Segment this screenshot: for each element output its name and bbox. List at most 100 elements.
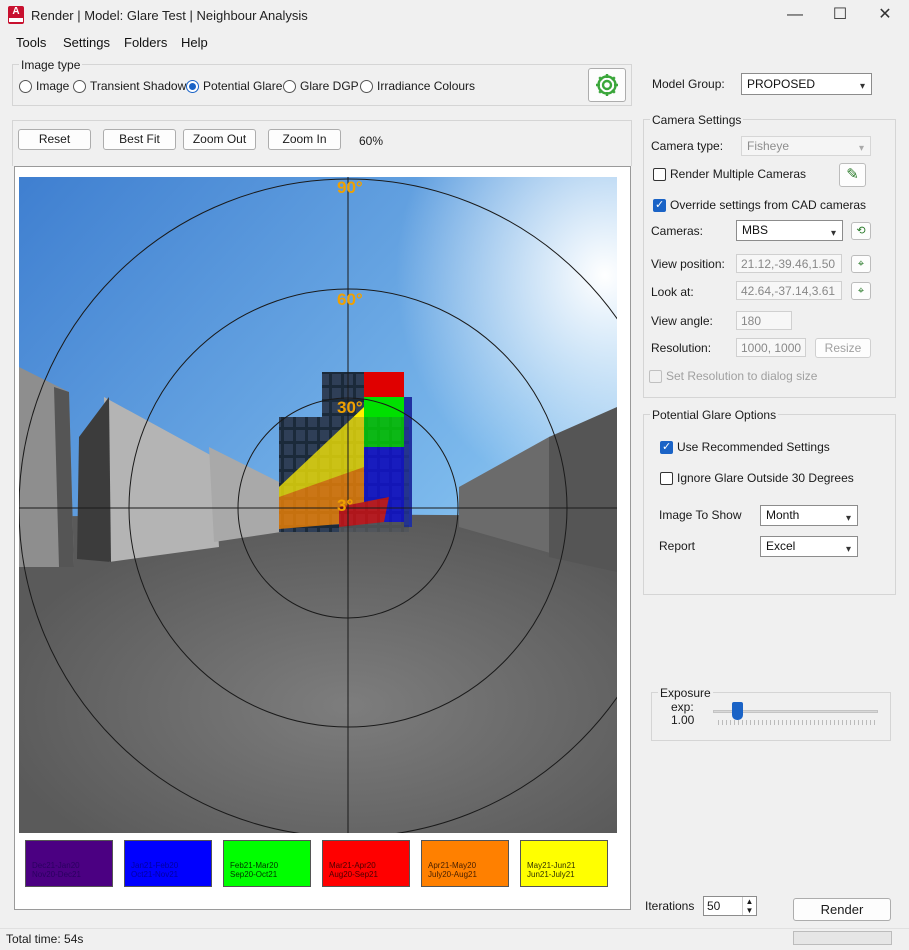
menu-help[interactable]: Help (181, 35, 208, 50)
maximize-button[interactable]: ☐ (817, 0, 863, 32)
pick-point-icon: ⌖ (857, 258, 865, 270)
iterations-value: 50 (707, 899, 721, 913)
camera-type-select[interactable]: Fisheye ▾ (741, 136, 871, 156)
legend-label-line2: Aug20-Sep21 (329, 870, 378, 879)
ring-label-90: 90° (337, 178, 363, 197)
menu-tools[interactable]: Tools (16, 35, 46, 50)
report-label: Report (659, 539, 696, 553)
ignore-outside-label[interactable]: Ignore Glare Outside 30 Degrees (677, 471, 854, 485)
ring-label-30: 30° (337, 398, 363, 417)
set-resolution-checkbox[interactable] (649, 370, 662, 383)
glare-legend: Dec21-Jan20 Nov20-Dec21 Jan21-Feb20 Oct21-N… (19, 835, 617, 895)
override-cad-label[interactable]: Override settings from CAD cameras (670, 198, 866, 212)
view-position-field[interactable]: 21.12,-39.46,1.50 (736, 254, 842, 273)
view-angle-field[interactable]: 180 (736, 311, 792, 330)
camera-type-value: Fisheye (747, 139, 790, 153)
total-time: Total time: 54s (6, 932, 84, 946)
override-cad-checkbox[interactable] (653, 198, 666, 212)
ignore-outside-checkbox[interactable] (660, 472, 673, 485)
refresh-cameras-button[interactable]: ⟲ (851, 222, 871, 240)
legend-label-line2: Sep20-Oct21 (230, 870, 278, 879)
model-group-label: Model Group: (652, 77, 725, 91)
use-recommended-label[interactable]: Use Recommended Settings (677, 440, 830, 454)
radio-potential-glare-label[interactable]: Potential Glare (203, 79, 282, 93)
legend-label-line1: Feb21-Mar20 (230, 861, 279, 870)
progress-bar (793, 931, 892, 945)
look-at-field[interactable]: 42.64,-37.14,3.61 (736, 281, 842, 300)
legend-swatch: May21-Jun21 Jun21-July21 (520, 840, 608, 887)
status-bar (0, 928, 909, 950)
model-group-select[interactable]: PROPOSED ▾ (741, 73, 872, 95)
exposure-slider-ticks (718, 720, 878, 725)
report-value: Excel (766, 539, 796, 553)
settings-button[interactable] (588, 68, 626, 102)
best-fit-button[interactable]: Best Fit (103, 129, 176, 150)
look-at-label: Look at: (651, 285, 694, 299)
chevron-down-icon: ▾ (859, 81, 865, 92)
render-multiple-label[interactable]: Render Multiple Cameras (670, 167, 806, 181)
fisheye-render: 90° 60° 30° 3° (19, 177, 617, 833)
legend-label-line2: Jun21-July21 (527, 870, 575, 879)
spinner-arrows[interactable]: ▲ ▼ (742, 897, 756, 915)
close-button[interactable]: ✕ (862, 0, 908, 32)
radio-glare-dgp-label[interactable]: Glare DGP (300, 79, 359, 93)
gear-icon (596, 74, 618, 96)
view-angle-label: View angle: (651, 314, 713, 328)
reset-button[interactable]: Reset (18, 129, 91, 150)
pick-view-position-button[interactable]: ⌖ (851, 255, 871, 273)
radio-transient-shadow-label[interactable]: Transient Shadow (90, 79, 186, 93)
set-resolution-label[interactable]: Set Resolution to dialog size (666, 369, 817, 383)
legend-label-line1: Mar21-Apr20 (329, 861, 376, 870)
zoom-out-button[interactable]: Zoom Out (183, 129, 256, 150)
resize-button[interactable]: Resize (815, 338, 871, 358)
use-recommended-checkbox[interactable] (660, 440, 673, 454)
chevron-down-icon: ▾ (858, 143, 864, 154)
pencil-icon: ✎ (846, 166, 859, 183)
iterations-spinner[interactable]: 50 ▲ ▼ (703, 896, 757, 916)
window-title: Render | Model: Glare Test | Neighbour A… (31, 8, 308, 23)
legend-label-line2: July20-Aug21 (428, 870, 477, 879)
legend-label-line2: Oct21-Nov21 (131, 870, 179, 879)
render-button[interactable]: Render (793, 898, 891, 921)
camera-type-label: Camera type: (651, 139, 724, 153)
image-to-show-select[interactable]: Month ▾ (760, 505, 858, 526)
pick-look-at-button[interactable]: ⌖ (851, 282, 871, 300)
menu-settings[interactable]: Settings (63, 35, 110, 50)
iterations-label: Iterations (645, 899, 695, 913)
view-position-label: View position: (651, 257, 725, 271)
radio-glare-dgp[interactable] (283, 80, 296, 93)
menu-folders[interactable]: Folders (124, 35, 167, 50)
ring-label-60: 60° (337, 290, 363, 309)
legend-label-line2: Nov20-Dec21 (32, 870, 81, 879)
legend-swatch: Dec21-Jan20 Nov20-Dec21 (25, 840, 113, 887)
radio-irradiance-colours-label[interactable]: Irradiance Colours (377, 79, 475, 93)
radio-image[interactable] (19, 80, 32, 93)
radio-transient-shadow[interactable] (73, 80, 86, 93)
exposure-value: 1.00 (671, 713, 695, 727)
ring-label-3: 3° (337, 496, 353, 515)
legend-swatch: Apr21-May20 July20-Aug21 (421, 840, 509, 887)
radio-potential-glare[interactable] (186, 80, 199, 93)
radio-irradiance-colours[interactable] (360, 80, 373, 93)
zoom-in-button[interactable]: Zoom In (268, 129, 341, 150)
exposure-exp-label: exp: (671, 700, 694, 714)
radio-image-label[interactable]: Image (36, 79, 69, 93)
exposure-slider-thumb[interactable] (731, 702, 743, 720)
image-to-show-value: Month (766, 508, 800, 522)
ground (19, 514, 617, 833)
render-multiple-checkbox[interactable] (653, 168, 666, 181)
edit-cameras-button[interactable]: ✎ (839, 163, 866, 187)
minimize-button[interactable]: — (772, 0, 818, 32)
legend-swatch: Feb21-Mar20 Sep20-Oct21 (223, 840, 311, 887)
resolution-field[interactable]: 1000, 1000 (736, 338, 806, 357)
image-type-title: Image type (19, 58, 83, 72)
refresh-icon: ⟲ (856, 225, 866, 237)
cameras-value: MBS (742, 223, 769, 237)
glare-options-title: Potential Glare Options (650, 408, 779, 422)
image-to-show-label: Image To Show (659, 508, 742, 522)
pick-point-icon: ⌖ (857, 285, 865, 297)
cameras-select[interactable]: MBS ▾ (736, 220, 843, 241)
model-group-value: PROPOSED (747, 77, 816, 91)
resolution-label: Resolution: (651, 341, 712, 355)
report-select[interactable]: Excel ▾ (760, 536, 858, 557)
